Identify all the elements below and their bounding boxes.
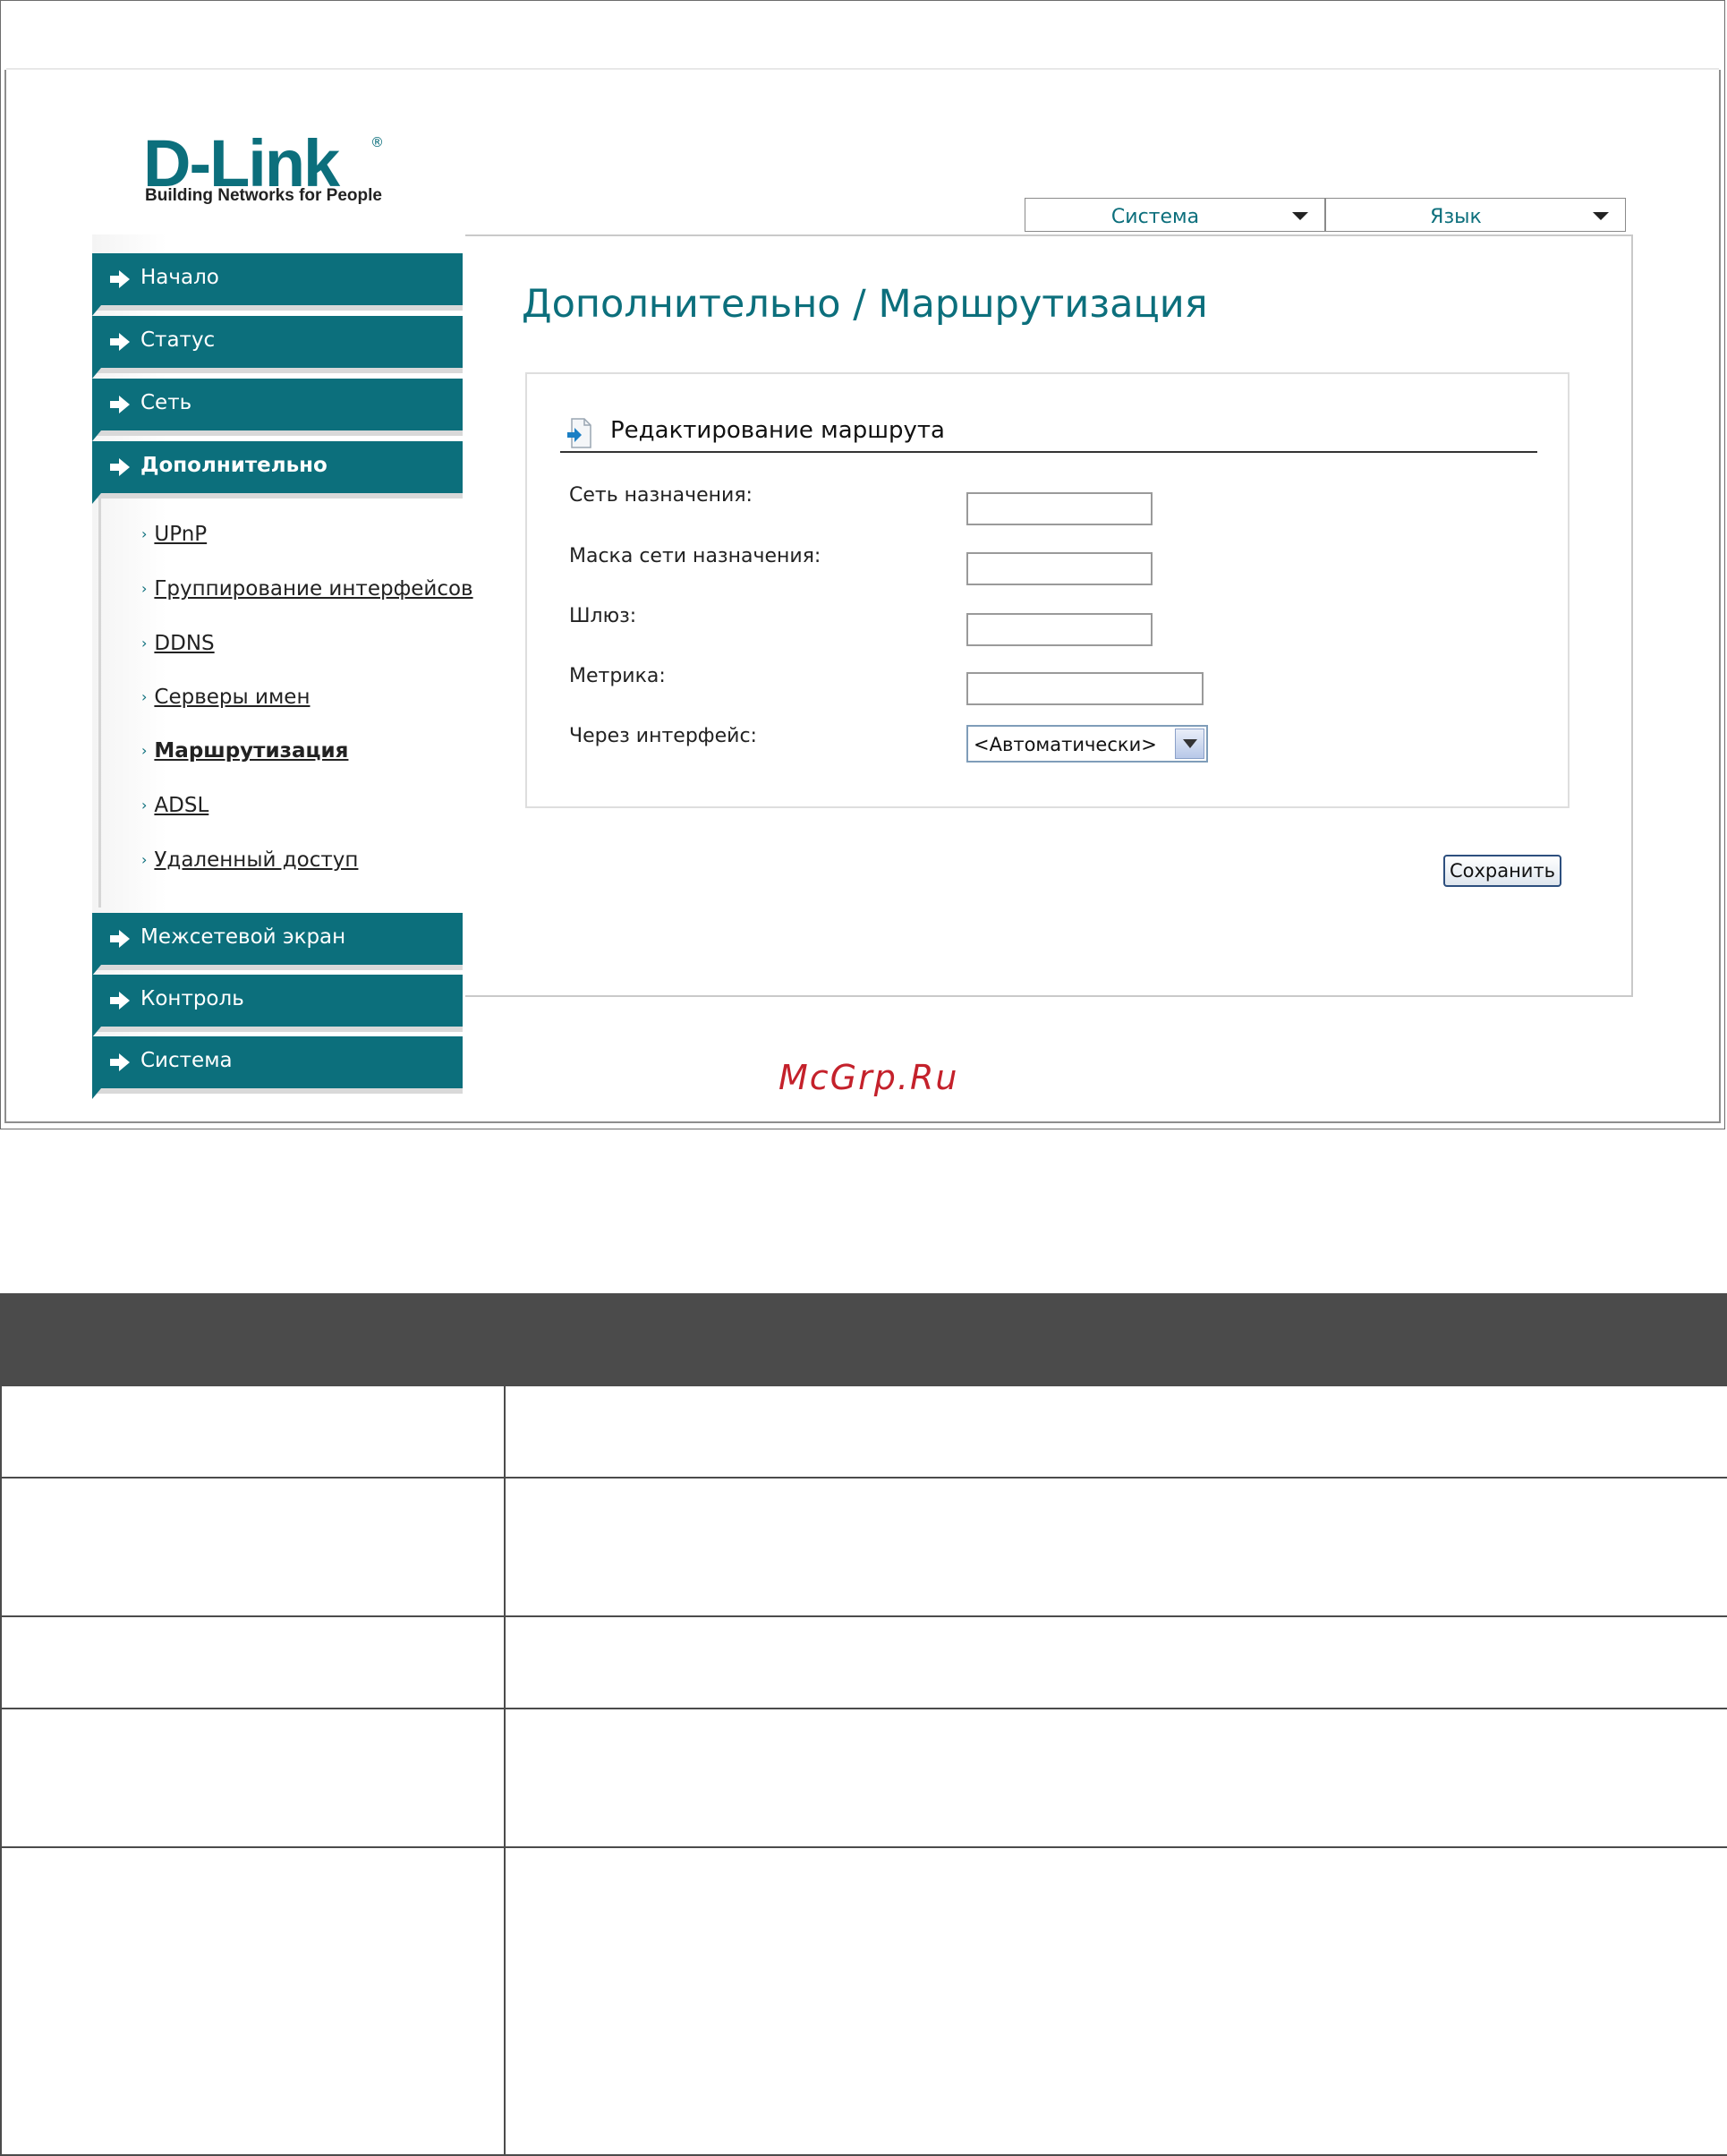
destination-network-input[interactable]	[966, 492, 1153, 525]
submenu-item-ddns[interactable]: › DDNS	[141, 632, 215, 655]
sidebar-submenu-line	[98, 494, 101, 908]
sidebar-item-label: Сеть	[140, 391, 192, 414]
table-cell-parameter	[0, 1617, 506, 1708]
sidebar-item-label: Статус	[140, 328, 216, 352]
bullet-icon: ›	[141, 742, 148, 759]
system-menu-label: Система	[1110, 206, 1200, 228]
sidebar-item-label: Контроль	[140, 987, 244, 1010]
bullet-icon: ›	[141, 688, 148, 705]
submenu-item-routing[interactable]: › Маршрутизация	[141, 739, 348, 763]
submenu-item-remote-access[interactable]: › Удаленный доступ	[141, 848, 358, 872]
logo-registered-mark: ®	[370, 134, 384, 150]
save-button[interactable]: Сохранить	[1443, 855, 1561, 887]
submenu-item-dns-servers[interactable]: › Серверы имен	[141, 686, 310, 709]
sidebar-item-advanced[interactable]: Дополнительно	[92, 441, 463, 504]
submenu-link-label[interactable]: ADSL	[154, 794, 208, 817]
bullet-icon: ›	[141, 797, 148, 814]
arrow-right-icon	[110, 333, 130, 351]
interface-select[interactable]: <Автоматически>	[966, 725, 1208, 763]
interface-label: Через интерфейс:	[569, 725, 757, 747]
chevron-down-icon	[1292, 212, 1308, 220]
submenu-link-label[interactable]: Маршрутизация	[154, 739, 348, 763]
parameter-table	[0, 1386, 1727, 2156]
chevron-down-icon	[1593, 212, 1609, 220]
sidebar-item-status[interactable]: Статус	[92, 316, 463, 379]
interface-select-value: <Автоматически>	[974, 734, 1157, 755]
destination-network-label: Сеть назначения:	[569, 484, 753, 507]
submenu-item-upnp[interactable]: › UPnP	[141, 523, 207, 546]
submenu-item-interface-grouping[interactable]: › Группирование интерфейсов	[141, 577, 473, 601]
table-row	[0, 1709, 1727, 1848]
section-divider	[560, 451, 1537, 453]
bullet-icon: ›	[141, 580, 148, 597]
sidebar-item-label: Дополнительно	[140, 454, 328, 477]
sidebar-item-firewall[interactable]: Межсетевой экран	[92, 913, 463, 976]
sidebar-item-label: Межсетевой экран	[140, 925, 346, 949]
bullet-icon: ›	[141, 851, 148, 868]
table-cell-parameter	[0, 1848, 506, 2154]
submenu-item-adsl[interactable]: › ADSL	[141, 794, 208, 817]
table-row	[0, 1848, 1727, 2156]
watermark: McGrp.Ru	[778, 1058, 959, 1097]
page-title: Дополнительно / Маршрутизация	[522, 282, 1208, 327]
submenu-link-label[interactable]: Серверы имен	[154, 686, 310, 709]
sidebar-item-label: Начало	[140, 266, 219, 289]
destination-mask-label: Маска сети назначения:	[569, 545, 821, 567]
sidebar-item-control[interactable]: Контроль	[92, 975, 463, 1037]
sidebar-item-label: Система	[140, 1049, 233, 1072]
arrow-right-icon	[110, 270, 130, 288]
sidebar-item-system[interactable]: Система	[92, 1036, 463, 1099]
arrow-right-icon	[110, 458, 130, 476]
destination-mask-input[interactable]	[966, 552, 1153, 585]
language-menu-dropdown[interactable]: Язык	[1325, 198, 1626, 232]
arrow-right-icon	[110, 930, 130, 948]
form-section-title: Редактирование маршрута	[610, 417, 945, 444]
table-header	[0, 1293, 1727, 1386]
submenu-link-label[interactable]: DDNS	[154, 632, 214, 655]
table-cell-parameter	[0, 1709, 506, 1846]
arrow-right-icon	[110, 396, 130, 413]
table-row	[0, 1386, 1727, 1479]
system-menu-dropdown[interactable]: Система	[1025, 198, 1325, 232]
table-row	[0, 1617, 1727, 1709]
metric-input[interactable]	[966, 672, 1204, 705]
sidebar-item-home[interactable]: Начало	[92, 253, 463, 316]
chevron-down-icon[interactable]	[1175, 729, 1204, 759]
arrow-right-icon	[110, 1053, 130, 1071]
arrow-right-icon	[110, 992, 130, 1010]
metric-label: Метрика:	[569, 665, 666, 687]
submenu-link-label[interactable]: Группирование интерфейсов	[154, 577, 472, 601]
submenu-link-label[interactable]: Удаленный доступ	[154, 848, 358, 872]
table-cell-parameter	[0, 1479, 506, 1615]
table-row	[0, 1479, 1727, 1617]
submenu-link-label[interactable]: UPnP	[154, 523, 207, 546]
bullet-icon: ›	[141, 635, 148, 652]
logo-tagline: Building Networks for People	[145, 186, 382, 205]
table-cell-parameter	[0, 1386, 506, 1477]
document-edit-icon	[567, 418, 591, 448]
gateway-label: Шлюз:	[569, 605, 637, 627]
bullet-icon: ›	[141, 525, 148, 542]
gateway-input[interactable]	[966, 613, 1153, 646]
sidebar-item-network[interactable]: Сеть	[92, 379, 463, 441]
language-menu-label: Язык	[1430, 206, 1482, 228]
